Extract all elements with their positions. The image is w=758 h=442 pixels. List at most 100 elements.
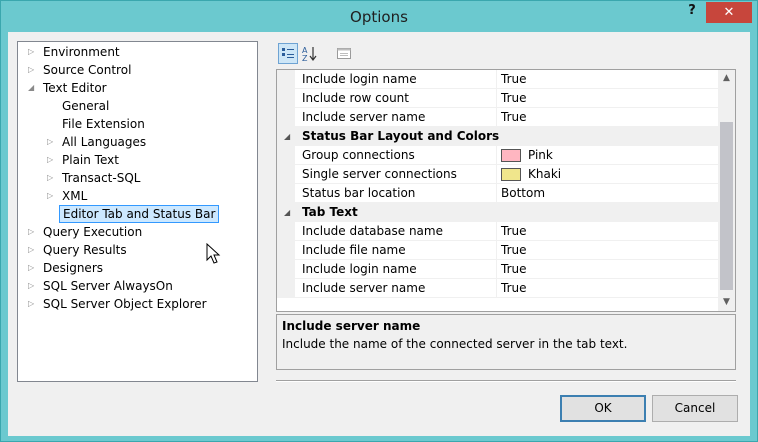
- tree-item-label: Query Results: [43, 243, 127, 257]
- property-value[interactable]: True: [501, 89, 527, 108]
- grid-property-row[interactable]: Include server name True: [277, 279, 718, 298]
- property-grid[interactable]: Include login name True Include row count T…: [276, 69, 736, 312]
- title-bar[interactable]: Options ? ✕: [1, 1, 757, 33]
- property-pages-button[interactable]: [334, 43, 354, 64]
- property-name: Single server connections: [302, 167, 457, 181]
- scroll-down-icon[interactable]: ▼: [718, 294, 735, 311]
- description-text: Include the name of the connected server…: [282, 337, 628, 351]
- alphabetical-button[interactable]: A Z: [300, 43, 320, 64]
- property-value[interactable]: True: [501, 108, 527, 127]
- grid-gutter: [277, 108, 295, 127]
- tree-item-label: Transact-SQL: [62, 171, 141, 185]
- column-divider[interactable]: [496, 222, 497, 241]
- property-name: Include login name: [302, 262, 417, 276]
- ok-button[interactable]: OK: [560, 395, 646, 422]
- tree-item-label: Text Editor: [43, 81, 107, 95]
- grid-property-row[interactable]: Status bar location Bottom: [277, 184, 718, 203]
- column-divider[interactable]: [496, 165, 497, 184]
- column-divider[interactable]: [496, 108, 497, 127]
- collapsed-arrow-icon[interactable]: ▷: [47, 151, 55, 169]
- grid-property-row[interactable]: Include login name True: [277, 260, 718, 279]
- tree-item-label: Plain Text: [62, 153, 119, 167]
- grid-gutter: [277, 260, 295, 279]
- property-value[interactable]: True: [501, 279, 527, 298]
- collapse-arrow-icon[interactable]: ◢: [284, 203, 290, 222]
- categorized-icon: [282, 48, 294, 58]
- grid-property-row[interactable]: Include file name True: [277, 241, 718, 260]
- collapsed-arrow-icon[interactable]: ▷: [28, 223, 36, 241]
- scroll-up-icon[interactable]: ▲: [718, 70, 735, 87]
- close-button[interactable]: ✕: [706, 2, 752, 23]
- collapsed-arrow-icon[interactable]: ▷: [47, 187, 55, 205]
- grid-category[interactable]: ◢ Status Bar Layout and Colors: [277, 127, 718, 146]
- scroll-thumb[interactable]: [720, 122, 733, 290]
- vertical-scrollbar[interactable]: ▲ ▼: [718, 70, 735, 311]
- grid-property-row[interactable]: Include database name True: [277, 222, 718, 241]
- property-name: Include login name: [302, 72, 417, 86]
- expanded-arrow-icon[interactable]: ◢: [28, 79, 36, 97]
- grid-gutter: [277, 279, 295, 298]
- collapse-arrow-icon[interactable]: ◢: [284, 127, 290, 146]
- collapsed-arrow-icon[interactable]: ▷: [47, 133, 55, 151]
- category-label: Tab Text: [302, 205, 358, 219]
- categorized-button[interactable]: [278, 43, 298, 64]
- property-value[interactable]: Khaki: [528, 165, 561, 184]
- tree-item-label: Environment: [43, 45, 120, 59]
- column-divider[interactable]: [496, 70, 497, 89]
- tree-item-label: All Languages: [62, 135, 147, 149]
- property-value[interactable]: True: [501, 222, 527, 241]
- grid-gutter: [277, 70, 295, 89]
- help-button[interactable]: ?: [684, 3, 700, 23]
- property-value[interactable]: True: [501, 260, 527, 279]
- cancel-button[interactable]: Cancel: [652, 395, 738, 422]
- collapsed-arrow-icon[interactable]: ▷: [28, 259, 36, 277]
- grid-property-row[interactable]: Single server connections Khaki: [277, 165, 718, 184]
- description-panel: Include server name Include the name of …: [276, 314, 736, 370]
- svg-text:Z: Z: [302, 54, 308, 63]
- grid-property-row[interactable]: Group connections Pink: [277, 146, 718, 165]
- options-tree[interactable]: ▷ Environment ▷ Source Control ◢ Text Editor G…: [17, 41, 258, 382]
- collapsed-arrow-icon[interactable]: ▷: [28, 295, 36, 313]
- grid-property-row[interactable]: Include login name True: [277, 70, 718, 89]
- column-divider[interactable]: [496, 241, 497, 260]
- property-name: Status bar location: [302, 186, 416, 200]
- tree-item-label: Query Execution: [43, 225, 143, 239]
- collapsed-arrow-icon[interactable]: ▷: [47, 169, 55, 187]
- grid-gutter: [277, 184, 295, 203]
- tree-item-label: Source Control: [43, 63, 132, 77]
- grid-gutter: [277, 165, 295, 184]
- dialog-body: ▷ Environment ▷ Source Control ◢ Text Editor G…: [8, 32, 750, 436]
- property-name: Include server name: [302, 281, 426, 295]
- grid-gutter: [277, 222, 295, 241]
- collapsed-arrow-icon[interactable]: ▷: [28, 61, 36, 79]
- tree-item-label: XML: [62, 189, 88, 203]
- property-value[interactable]: True: [501, 241, 527, 260]
- column-divider[interactable]: [496, 260, 497, 279]
- property-value[interactable]: Pink: [528, 146, 553, 165]
- grid-category[interactable]: ◢ Tab Text: [277, 203, 718, 222]
- alphabetical-icon: A Z: [302, 46, 317, 63]
- tree-item-label: File Extension: [62, 117, 145, 131]
- column-divider[interactable]: [496, 279, 497, 298]
- grid-gutter: [277, 146, 295, 165]
- mouse-pointer-icon: [206, 243, 221, 264]
- property-name: Include row count: [302, 91, 409, 105]
- property-name: Group connections: [302, 148, 415, 162]
- tree-item-label: SQL Server Object Explorer: [43, 297, 207, 311]
- tree-item-label: Editor Tab and Status Bar: [59, 205, 220, 223]
- column-divider[interactable]: [496, 89, 497, 108]
- property-value[interactable]: True: [501, 70, 527, 89]
- property-name: Include server name: [302, 110, 426, 124]
- property-pages-icon: [337, 48, 351, 59]
- grid-property-row[interactable]: Include row count True: [277, 89, 718, 108]
- grid-property-row[interactable]: Include server name True: [277, 108, 718, 127]
- collapsed-arrow-icon[interactable]: ▷: [28, 241, 36, 259]
- color-swatch: [501, 168, 521, 181]
- column-divider[interactable]: [496, 184, 497, 203]
- property-value[interactable]: Bottom: [501, 184, 545, 203]
- column-divider[interactable]: [496, 146, 497, 165]
- category-label: Status Bar Layout and Colors: [302, 129, 500, 143]
- collapsed-arrow-icon[interactable]: ▷: [28, 43, 36, 61]
- collapsed-arrow-icon[interactable]: ▷: [28, 277, 36, 295]
- divider: [276, 380, 736, 382]
